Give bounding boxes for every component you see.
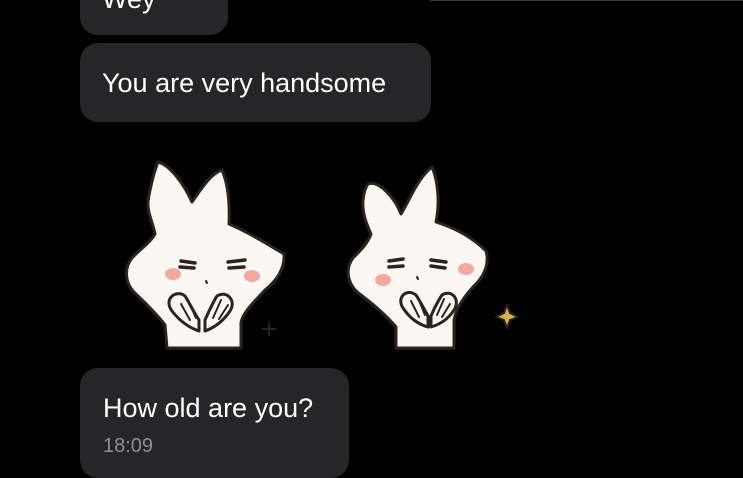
- message-text: How old are you?: [103, 393, 314, 423]
- top-divider: [430, 0, 743, 1]
- fox-sticker-left[interactable]: [120, 150, 310, 360]
- message-text: You are very handsome: [102, 68, 387, 98]
- fox-sticker-right[interactable]: [340, 150, 530, 360]
- message-timestamp: 18:09: [103, 435, 154, 457]
- fox-shy-sticker-icon: [125, 160, 286, 350]
- message-bubble-compliment[interactable]: You are very handsome: [80, 43, 431, 122]
- fox-shy-sticker-icon: [346, 165, 519, 350]
- previous-message-bubble[interactable]: Wey: [80, 0, 228, 35]
- message-bubble-question[interactable]: How old are you? 18:09: [80, 368, 349, 478]
- previous-message-text: Wey: [102, 0, 156, 13]
